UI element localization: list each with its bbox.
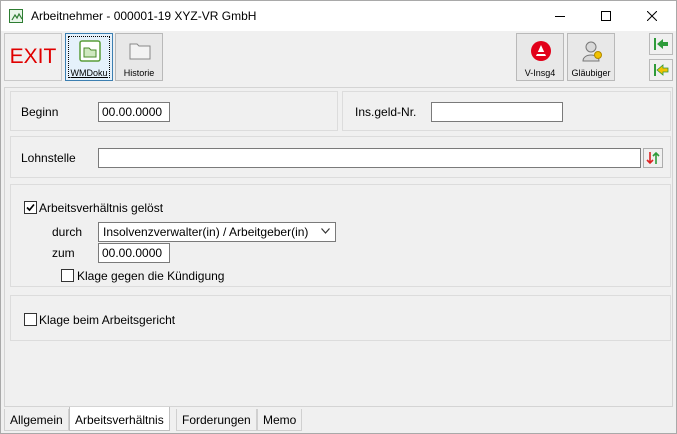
tab-forderungen[interactable]: Forderungen	[176, 409, 257, 431]
durch-label: durch	[52, 225, 83, 239]
chevron-down-icon	[321, 228, 330, 234]
zum-field[interactable]	[98, 243, 170, 263]
creditor-person-icon	[581, 40, 603, 64]
toolbar: EXIT WMDoku Historie V-Insg4 Gläubiger	[1, 31, 676, 85]
maximize-button[interactable]	[583, 1, 629, 31]
beginn-label: Beginn	[21, 105, 59, 119]
maximize-icon	[601, 11, 611, 21]
first-record-button[interactable]	[649, 33, 673, 55]
folder-doc-icon	[79, 40, 101, 64]
wmdoku-button[interactable]: WMDoku	[65, 33, 113, 81]
app-icon	[9, 9, 23, 23]
previous-record-button[interactable]	[649, 59, 673, 81]
klage-kuendigung-checkbox[interactable]	[61, 269, 74, 282]
agency-logo-icon	[530, 40, 552, 64]
zum-label: zum	[52, 246, 75, 260]
durch-select[interactable]: Insolvenzverwalter(in) / Arbeitgeber(in)	[98, 222, 336, 242]
v-insg-label: V-Insg4	[524, 68, 556, 78]
beginn-field[interactable]	[98, 102, 170, 122]
content-area: Beginn Ins.geld-Nr. Lohnstelle	[4, 87, 673, 407]
arbeitsverhaeltnis-geloest-label: Arbeitsverhältnis gelöst	[39, 201, 164, 215]
tab-memo[interactable]: Memo	[257, 409, 303, 431]
wmdoku-label: WMDoku	[70, 68, 108, 78]
tab-arbeitsverhaeltnis[interactable]: Arbeitsverhältnis	[69, 407, 170, 431]
checkmark-icon	[26, 203, 35, 212]
window-title: Arbeitnehmer - 000001-19 XYZ-VR GmbH	[31, 9, 257, 23]
lohnstelle-field[interactable]	[98, 148, 641, 168]
klage-arbeitsgericht-checkbox[interactable]	[24, 313, 37, 326]
lohnstelle-label: Lohnstelle	[21, 151, 76, 165]
klage-arbeitsgericht-label: Klage beim Arbeitsgericht	[39, 313, 176, 327]
arrow-to-start-icon	[654, 38, 668, 50]
insgeld-group: Ins.geld-Nr.	[342, 91, 671, 131]
tab-allgemein[interactable]: Allgemein	[4, 409, 69, 431]
arbeitsverhaeltnis-group: Arbeitsverhältnis gelöst durch Insolvenz…	[10, 184, 671, 287]
beginn-group: Beginn	[10, 91, 338, 131]
sort-arrows-icon	[646, 151, 660, 165]
folder-icon	[129, 40, 151, 62]
arrow-left-icon	[654, 64, 669, 76]
close-button[interactable]	[629, 1, 675, 31]
minimize-button[interactable]	[537, 1, 583, 31]
exit-button[interactable]: EXIT	[4, 33, 62, 81]
main-window: Arbeitnehmer - 000001-19 XYZ-VR GmbH EXI…	[0, 0, 677, 434]
insgeld-field[interactable]	[431, 102, 563, 122]
v-insg-button[interactable]: V-Insg4	[516, 33, 564, 81]
historie-button[interactable]: Historie	[115, 33, 163, 81]
close-icon	[647, 11, 657, 21]
lohnstelle-group: Lohnstelle	[10, 136, 671, 178]
durch-value: Insolvenzverwalter(in) / Arbeitgeber(in)	[103, 225, 309, 239]
historie-label: Historie	[123, 68, 155, 78]
insgeld-label: Ins.geld-Nr.	[355, 105, 417, 119]
minimize-icon	[555, 16, 565, 17]
arbeitsverhaeltnis-geloest-checkbox[interactable]	[24, 201, 37, 214]
klage-arbeitsgericht-group: Klage beim Arbeitsgericht	[10, 295, 671, 341]
glaeubiger-button[interactable]: Gläubiger	[567, 33, 615, 81]
title-bar: Arbeitnehmer - 000001-19 XYZ-VR GmbH	[1, 1, 676, 31]
glaeubiger-label: Gläubiger	[571, 68, 611, 78]
klage-kuendigung-label: Klage gegen die Kündigung	[77, 269, 225, 283]
lohnstelle-sort-button[interactable]	[643, 148, 663, 168]
